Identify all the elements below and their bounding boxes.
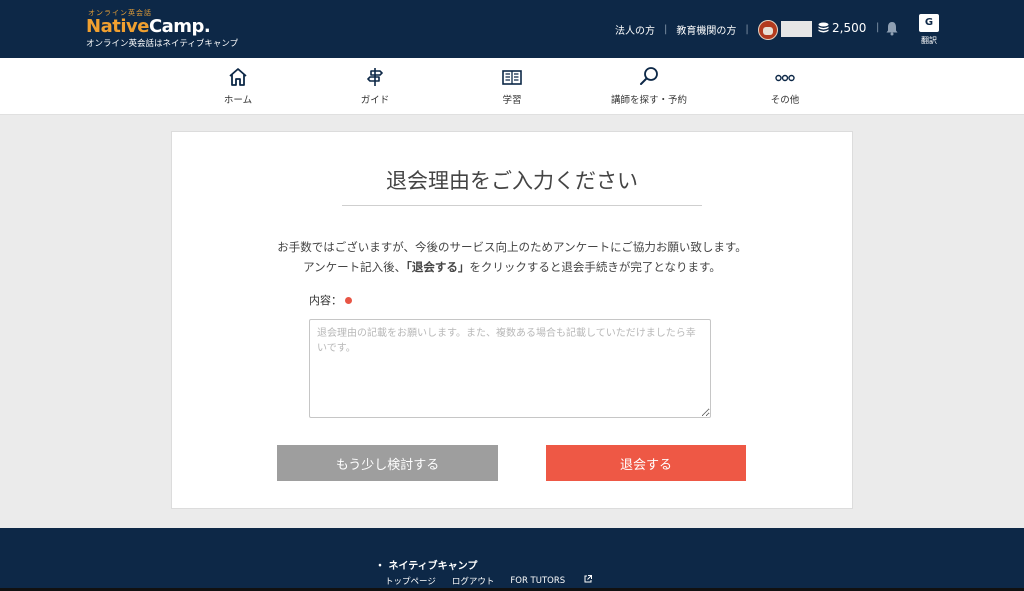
nav-label: ガイド bbox=[360, 95, 390, 106]
nav-label: ホーム bbox=[223, 95, 253, 106]
nav-label: 講師を探す・予約 bbox=[610, 95, 687, 106]
search-icon bbox=[640, 67, 658, 85]
user-name-masked bbox=[781, 21, 812, 37]
bell-icon[interactable] bbox=[885, 21, 899, 36]
translate-button[interactable]: G 翻訳 bbox=[919, 14, 939, 46]
logo-part2: Camp. bbox=[148, 16, 211, 37]
points-balance: 2,500 bbox=[832, 21, 867, 35]
description-bold: 「退会する」 bbox=[406, 260, 470, 274]
logo[interactable]: オンライン英会話 NativeCamp. オンライン英会話はネイティブキャンプ bbox=[86, 9, 238, 50]
description-line-2: アンケート記入後、「退会する」をクリックすると退会手続きが完了となります。 bbox=[172, 257, 852, 277]
footer-link-tutors-label: FOR TUTORS bbox=[510, 576, 566, 586]
nav-label: その他 bbox=[770, 95, 800, 106]
required-indicator bbox=[345, 297, 352, 304]
translate-icon: G bbox=[919, 14, 939, 32]
nav-item-home[interactable]: ホーム bbox=[183, 58, 293, 115]
description: お手数ではございますが、今後のサービス向上のためアンケートにご協力お願い致します… bbox=[172, 237, 852, 277]
logo-part1: Native bbox=[86, 16, 149, 37]
home-icon bbox=[229, 68, 247, 86]
footer-link-top[interactable]: トップページ bbox=[385, 575, 436, 587]
nav-label: 学習 bbox=[502, 95, 522, 106]
description-pre: アンケート記入後、 bbox=[303, 260, 407, 274]
translate-label: 翻訳 bbox=[921, 36, 937, 45]
logo-wordmark: NativeCamp. bbox=[86, 17, 238, 37]
avatar[interactable] bbox=[758, 20, 778, 40]
description-line-1: お手数ではございますが、今後のサービス向上のためアンケートにご協力お願い致します… bbox=[277, 240, 747, 254]
nav-item-study[interactable]: 学習 bbox=[457, 58, 567, 115]
divider: | bbox=[876, 22, 880, 33]
footer-link-logout[interactable]: ログアウト bbox=[452, 575, 495, 587]
education-link[interactable]: 教育機関の方 bbox=[676, 22, 736, 37]
more-icon bbox=[775, 74, 795, 82]
header: オンライン英会話 NativeCamp. オンライン英会話はネイティブキャンプ … bbox=[0, 0, 1024, 58]
logo-subtitle: オンライン英会話はネイティブキャンプ bbox=[86, 39, 239, 49]
divider: | bbox=[745, 24, 749, 35]
header-links: 法人の方 | 教育機関の方 | bbox=[615, 22, 758, 37]
main-nav: ホーム ガイド 学習 講師を探す・予約 その他 bbox=[0, 58, 1024, 115]
description-post: をクリックすると退会手続きが完了となります。 bbox=[469, 260, 721, 274]
coins-icon bbox=[818, 22, 829, 33]
corporate-link[interactable]: 法人の方 bbox=[615, 22, 655, 37]
page-title: 退会理由をご入力ください bbox=[386, 169, 638, 193]
book-icon bbox=[502, 70, 522, 85]
signpost-icon bbox=[367, 68, 383, 86]
content-label-text: 内容： bbox=[309, 294, 342, 307]
nav-item-more[interactable]: その他 bbox=[730, 58, 840, 115]
reconsider-button[interactable]: もう少し検討する bbox=[277, 445, 498, 481]
nav-item-guide[interactable]: ガイド bbox=[320, 58, 430, 115]
divider: | bbox=[664, 24, 668, 35]
footer-link-tutors[interactable]: FOR TUTORS bbox=[510, 575, 592, 587]
footer-links: トップページ ログアウト FOR TUTORS bbox=[385, 575, 608, 587]
footer-title: ・ ネイティブキャンプ bbox=[375, 561, 478, 572]
title-divider bbox=[342, 205, 702, 206]
withdraw-button[interactable]: 退会する bbox=[546, 445, 746, 481]
reason-textarea[interactable] bbox=[309, 319, 711, 418]
content-field-label: 内容： bbox=[309, 292, 352, 308]
nav-item-find-tutor[interactable]: 講師を探す・予約 bbox=[594, 58, 704, 115]
external-link-icon bbox=[584, 575, 592, 583]
withdrawal-form-card: 退会理由をご入力ください お手数ではございますが、今後のサービス向上のためアンケ… bbox=[171, 131, 853, 509]
footer: ・ ネイティブキャンプ トップページ ログアウト FOR TUTORS bbox=[0, 528, 1024, 591]
